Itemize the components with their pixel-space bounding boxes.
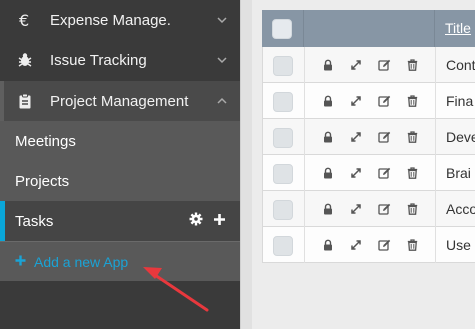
annotation-arrow xyxy=(143,267,209,312)
